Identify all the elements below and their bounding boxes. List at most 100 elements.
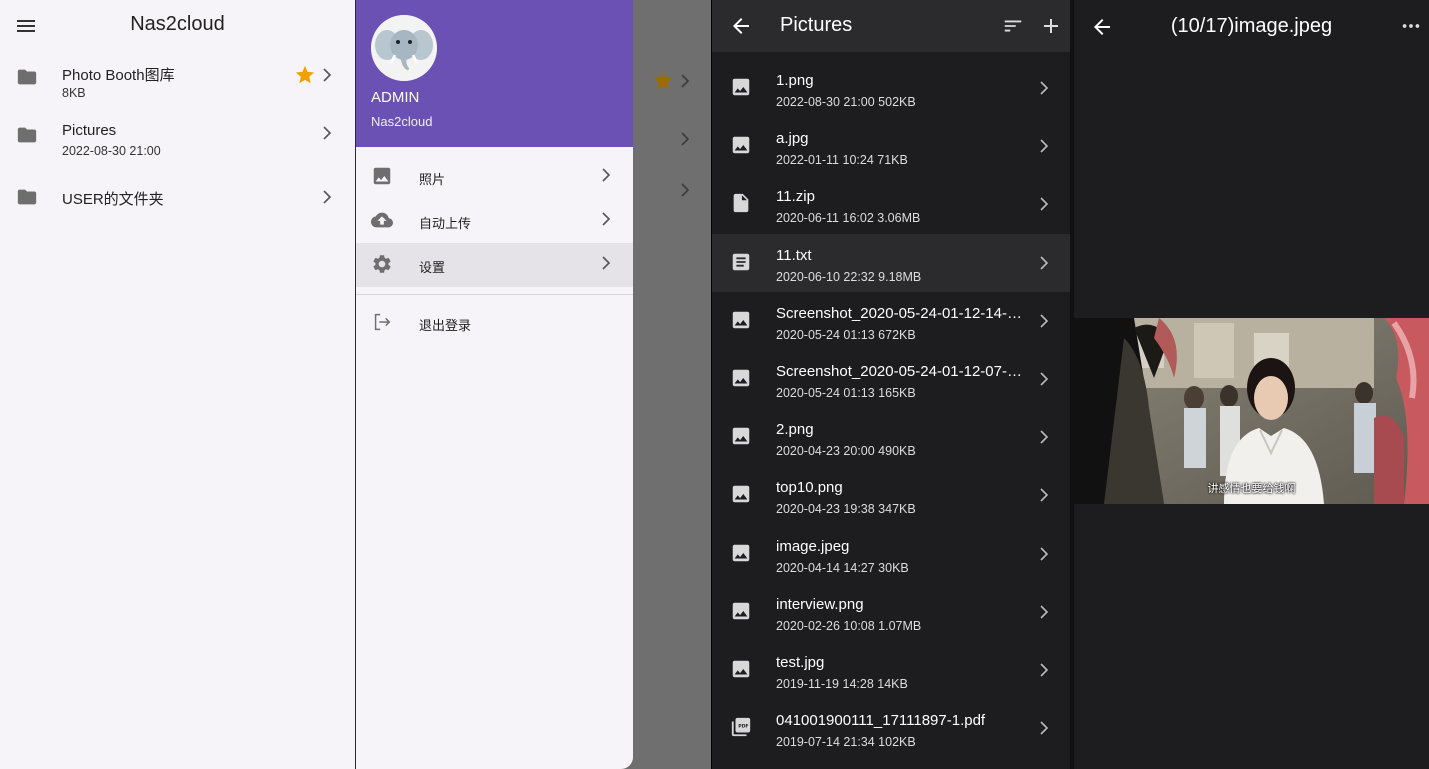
image-icon	[730, 600, 752, 627]
drawer-item-label: 设置	[419, 260, 446, 275]
chevron-right-icon	[678, 130, 692, 153]
folder-name: Photo Booth图库	[62, 67, 175, 84]
folder-icon	[16, 66, 38, 93]
photo-image[interactable]: 讲感情也要给钱啊	[1074, 318, 1429, 504]
chevron-right-icon	[1037, 195, 1051, 218]
home-title: Nas2cloud	[130, 13, 225, 35]
chevron-right-icon	[678, 72, 692, 95]
file-name: 2.png	[776, 421, 814, 439]
file-row[interactable]: top10.png 2020-04-23 19:38 347KB	[712, 466, 1070, 524]
file-name: 11.zip	[776, 188, 815, 206]
more-horiz-icon[interactable]	[1400, 15, 1422, 42]
file-meta: 2020-04-14 14:27 30KB	[776, 560, 909, 575]
folder-row-pictures[interactable]: Pictures 2022-08-30 21:00	[0, 110, 355, 168]
sort-icon[interactable]	[1002, 15, 1024, 42]
add-icon[interactable]	[1039, 14, 1063, 43]
drawer-item-label: 照片	[419, 172, 446, 187]
chevron-right-icon	[1037, 370, 1051, 393]
image-icon	[730, 542, 752, 569]
file-name: a.jpg	[776, 130, 809, 148]
chevron-right-icon	[599, 254, 613, 277]
file-row[interactable]: a.jpg 2022-01-11 10:24 71KB	[712, 117, 1070, 175]
file-meta: 2019-07-14 21:34 102KB	[776, 735, 916, 750]
file-meta: 2020-05-24 01:13 165KB	[776, 385, 916, 400]
file-list: 1.png 2022-08-30 21:00 502KB a.jpg 2022-01-…	[712, 59, 1070, 757]
star-icon[interactable]	[294, 64, 316, 91]
drawer-username: ADMIN	[371, 89, 420, 106]
folder-name: Pictures	[62, 122, 117, 139]
logout-icon	[371, 311, 393, 338]
drawer-item-settings[interactable]: 设置	[356, 243, 633, 287]
browser-title: Pictures	[780, 14, 853, 36]
chevron-right-icon[interactable]	[320, 124, 334, 147]
folder-row-photo-booth[interactable]: Photo Booth图库 8KB	[0, 52, 355, 110]
chevron-right-icon	[1037, 254, 1051, 277]
chevron-right-icon	[599, 210, 613, 233]
chevron-right-icon	[1037, 312, 1051, 335]
chevron-right-icon[interactable]	[320, 188, 334, 211]
viewer-title: (10/17)image.jpeg	[1170, 15, 1333, 37]
image-icon	[730, 134, 752, 161]
chevron-right-icon	[1037, 79, 1051, 102]
drawer-item-logout[interactable]: 退出登录	[356, 301, 633, 345]
gear-icon	[371, 253, 393, 280]
folder-meta: 2022-08-30 21:00	[62, 144, 161, 158]
folder-row-user[interactable]: USER的文件夹	[0, 168, 355, 226]
chevron-right-icon	[1037, 486, 1051, 509]
drawer-app-name: Nas2cloud	[371, 114, 433, 129]
cloud-upload-icon	[371, 209, 393, 236]
file-row[interactable]: PDF 041001900111_17111897-1.pdf 2019-07-14…	[712, 699, 1070, 757]
back-arrow-icon[interactable]	[729, 14, 753, 43]
drawer-divider	[356, 294, 633, 295]
file-meta: 2020-04-23 19:38 347KB	[776, 502, 916, 517]
file-row[interactable]: 1.png 2022-08-30 21:00 502KB	[712, 59, 1070, 117]
file-row[interactable]: interview.png 2020-02-26 10:08 1.07MB	[712, 583, 1070, 641]
drawer-item-photos[interactable]: 照片	[356, 155, 633, 199]
image-icon	[730, 425, 752, 452]
folder-icon	[16, 124, 38, 151]
file-name: image.jpeg	[776, 537, 850, 555]
file-meta: 2019-11-19 14:28 14KB	[776, 676, 908, 691]
viewer-app-bar: (10/17)image.jpeg	[1074, 0, 1429, 52]
star-icon	[652, 70, 674, 97]
chevron-right-icon	[1037, 603, 1051, 626]
navigation-drawer: ADMIN Nas2cloud 照片 自动上传 设置 退出登录	[356, 0, 633, 769]
image-icon	[730, 309, 752, 336]
browser-app-bar: Pictures	[712, 0, 1070, 52]
file-meta: 2020-02-26 10:08 1.07MB	[776, 618, 922, 633]
file-meta: 2022-08-30 21:00 502KB	[776, 95, 916, 109]
file-name: 1.png	[776, 72, 814, 89]
file-row[interactable]: 11.zip 2020-06-11 16:02 3.06MB	[712, 175, 1070, 233]
file-browser-screen: Pictures 1.png 2022-08-30 21:00 502KB a.jp…	[711, 0, 1070, 769]
image-viewer-screen: (10/17)image.jpeg 讲感情也要给钱啊	[1070, 0, 1429, 769]
image-icon	[730, 483, 752, 510]
file-name: interview.png	[776, 595, 864, 613]
file-row[interactable]: 11.txt 2020-06-10 22:32 9.18MB	[712, 233, 1070, 292]
chevron-right-icon[interactable]	[320, 66, 334, 89]
drawer-header: ADMIN Nas2cloud	[356, 0, 633, 147]
chevron-right-icon	[1037, 545, 1051, 568]
file-row[interactable]: image.jpeg 2020-04-14 14:27 30KB	[712, 525, 1070, 583]
chevron-right-icon	[1037, 661, 1051, 684]
avatar[interactable]	[371, 15, 437, 81]
file-name: Screenshot_2020-05-24-01-12-14-5...	[776, 304, 1026, 322]
file-row[interactable]: Screenshot_2020-05-24-01-12-14-5... 2020-…	[712, 292, 1070, 350]
chevron-right-icon	[1037, 719, 1051, 742]
chevron-right-icon	[1037, 428, 1051, 451]
image-icon	[730, 367, 752, 394]
file-name: Screenshot_2020-05-24-01-12-07-6...	[776, 362, 1026, 380]
file-name: top10.png	[776, 479, 843, 497]
drawer-item-auto-upload[interactable]: 自动上传	[356, 199, 633, 243]
file-icon	[730, 192, 752, 219]
file-row[interactable]: 2.png 2020-04-23 20:00 490KB	[712, 408, 1070, 466]
file-row[interactable]: Screenshot_2020-05-24-01-12-07-6... 2020-…	[712, 350, 1070, 408]
drawer-item-label: 退出登录	[419, 318, 472, 333]
file-row[interactable]: test.jpg 2019-11-19 14:28 14KB	[712, 641, 1070, 699]
file-name: test.jpg	[776, 653, 825, 671]
file-name: 041001900111_17111897-1.pdf	[776, 712, 986, 730]
home-screen: Nas2cloud Photo Booth图库 8KB Pictures 202…	[0, 0, 355, 769]
pdf-icon: PDF	[730, 716, 752, 743]
document-icon	[730, 251, 752, 278]
file-name: 11.txt	[776, 246, 812, 264]
folder-icon	[16, 186, 38, 213]
